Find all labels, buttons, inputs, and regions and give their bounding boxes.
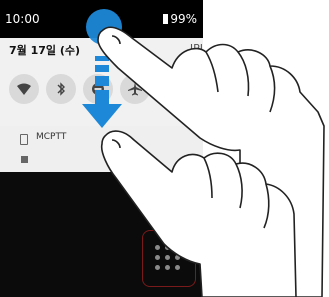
gesture-overlay	[82, 9, 325, 297]
illustration-canvas: 10:00 99% 7월 17일 (수) IPI	[0, 0, 329, 297]
